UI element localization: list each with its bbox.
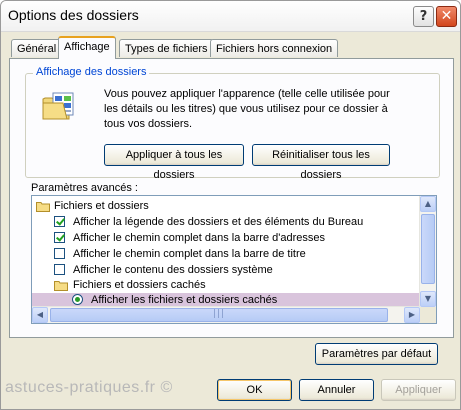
grip-icon: ||| — [212, 309, 226, 319]
option-full-path-title-bar[interactable]: Afficher le chemin complet dans la barre… — [32, 247, 420, 262]
tree-item-hidden-files[interactable]: Fichiers et dossiers cachés — [32, 278, 420, 293]
scrollbar-corner — [420, 307, 436, 323]
option-label: Afficher le chemin complet dans la barre… — [73, 232, 325, 244]
checkbox-unchecked[interactable] — [54, 264, 65, 275]
advanced-settings-label: Paramètres avancés : — [31, 182, 138, 194]
chevron-left-icon: ◀ — [36, 310, 44, 319]
watermark: astuces-pratiques.fr © — [5, 379, 173, 396]
option-label: Afficher la légende des dossiers et des … — [73, 216, 364, 228]
horizontal-scrollbar[interactable]: ◀ ||| ▶ — [32, 306, 420, 323]
help-icon: ? — [419, 9, 428, 24]
tab-affichage[interactable]: Affichage — [58, 36, 116, 59]
title-bar[interactable]: Options des dossiers ? ✕ — [1, 1, 460, 32]
tab-fichiers-hors-connexion[interactable]: Fichiers hors connexion — [210, 39, 339, 57]
folder-view-description: Vous pouvez appliquer l'apparence (telle… — [104, 88, 390, 130]
reset-all-folders-button[interactable]: Réinitialiser tous les dossiers — [252, 144, 390, 181]
checkbox-checked[interactable] — [54, 232, 65, 243]
vertical-scroll-thumb[interactable] — [421, 214, 435, 284]
horizontal-scroll-thumb[interactable]: ||| — [50, 308, 388, 322]
folder-icon — [54, 281, 68, 291]
tab-label: Types de fichiers — [125, 43, 208, 55]
tab-label: Fichiers hors connexion — [216, 43, 333, 55]
button-label: OK — [246, 384, 263, 396]
folder-options-dialog: Options des dossiers ? ✕ Général Afficha… — [0, 0, 461, 410]
apply-button: Appliquer — [381, 379, 456, 401]
button-label: Appliquer — [395, 384, 442, 396]
scroll-left-button[interactable]: ◀ — [32, 307, 48, 323]
tab-label: Affichage — [64, 41, 110, 53]
window-title: Options des dossiers — [8, 7, 139, 23]
apply-to-all-folders-button[interactable]: Appliquer à tous les dossiers — [104, 144, 244, 181]
checkbox-unchecked[interactable] — [54, 248, 65, 259]
close-icon: ✕ — [440, 8, 453, 24]
chevron-down-icon: ▼ — [424, 294, 432, 303]
chevron-up-icon: ▲ — [424, 199, 432, 208]
chevron-right-icon: ▶ — [408, 310, 416, 319]
folder-view-icon — [42, 92, 74, 120]
scroll-up-button[interactable]: ▲ — [420, 196, 436, 212]
scroll-down-button[interactable]: ▼ — [420, 291, 436, 307]
tree-item-label: Fichiers et dossiers — [54, 200, 149, 212]
button-label: Paramètres par défaut — [321, 348, 432, 360]
option-show-folder-tips[interactable]: Afficher la légende des dossiers et des … — [32, 215, 420, 230]
tab-types-de-fichiers[interactable]: Types de fichiers — [119, 39, 214, 57]
tab-general[interactable]: Général — [11, 39, 63, 57]
ok-button[interactable]: OK — [217, 379, 292, 401]
help-button[interactable]: ? — [413, 6, 434, 27]
scroll-right-button[interactable]: ▶ — [404, 307, 420, 323]
folder-view-group-title: Affichage des dossiers — [33, 66, 150, 78]
restore-defaults-button[interactable]: Paramètres par défaut — [315, 343, 438, 365]
folder-icon — [36, 202, 50, 212]
cancel-button[interactable]: Annuler — [299, 379, 374, 401]
option-show-system-folders[interactable]: Afficher le contenu des dossiers système — [32, 263, 420, 278]
option-label: Afficher le chemin complet dans la barre… — [73, 248, 306, 260]
tab-label: Général — [17, 43, 57, 55]
button-label: Annuler — [317, 384, 356, 396]
close-button[interactable]: ✕ — [436, 6, 457, 27]
checkbox-checked[interactable] — [54, 216, 65, 227]
vertical-scrollbar[interactable]: ▲ ▼ — [419, 196, 436, 307]
advanced-settings-tree[interactable]: Fichiers et dossiers Afficher la légende… — [31, 195, 437, 324]
tree-item-files-and-folders[interactable]: Fichiers et dossiers — [32, 199, 420, 214]
option-full-path-address-bar[interactable]: Afficher le chemin complet dans la barre… — [32, 231, 420, 246]
tree-item-label: Fichiers et dossiers cachés — [73, 279, 206, 291]
radio-selected[interactable] — [72, 294, 83, 305]
option-label: Afficher le contenu des dossiers système — [73, 264, 273, 276]
